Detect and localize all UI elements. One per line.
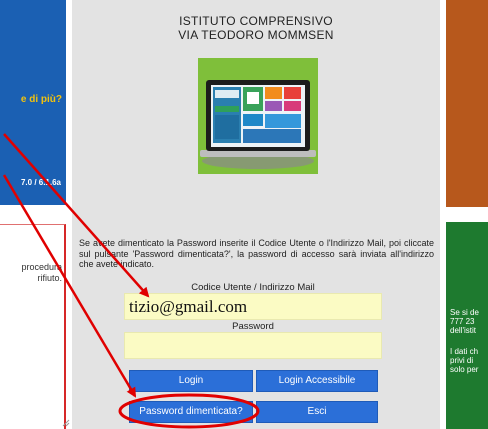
notice-text: procedura rifiuto. <box>2 262 62 284</box>
right-info-line: Se si de <box>450 308 479 317</box>
right-info-line: 777 23 <box>450 317 475 326</box>
school-title-line2: VIA TEODORO MOMMSEN <box>178 28 334 42</box>
left-notice-panel <box>0 224 66 429</box>
right-info-line: privi di <box>450 356 474 365</box>
right-info-line: dell'istit <box>450 326 476 335</box>
password-label: Password <box>232 321 274 332</box>
exit-button[interactable]: Esci <box>256 401 378 423</box>
user-code-input[interactable] <box>124 293 382 320</box>
login-button[interactable]: Login <box>129 370 253 392</box>
password-input[interactable] <box>124 332 382 359</box>
notice-line: procedura <box>21 262 62 272</box>
right-info-block-a: Se si de 777 23 dell'istit <box>450 308 488 335</box>
login-accessible-button[interactable]: Login Accessibile <box>256 370 378 392</box>
version-text: 7.0 / 6.1.6a <box>20 178 61 187</box>
right-info-line: solo per <box>450 365 479 374</box>
notice-line: rifiuto. <box>37 273 62 283</box>
laptop-illustration <box>198 58 318 174</box>
forgot-password-info: Se avete dimenticato la Password inserit… <box>79 238 434 269</box>
promo-text[interactable]: e di più? <box>0 94 66 105</box>
user-code-label: Codice Utente / Indirizzo Mail <box>191 282 315 293</box>
resize-grip-icon[interactable] <box>62 419 70 427</box>
right-info-block-b: I dati ch privi di solo per <box>450 347 488 374</box>
right-info-line: I dati ch <box>450 347 479 356</box>
school-title: ISTITUTO COMPRENSIVO VIA TEODORO MOMMSEN <box>72 14 440 42</box>
school-title-line1: ISTITUTO COMPRENSIVO <box>179 14 333 28</box>
right-orange-panel <box>446 0 488 207</box>
forgot-password-button[interactable]: Password dimenticata? <box>129 401 253 423</box>
